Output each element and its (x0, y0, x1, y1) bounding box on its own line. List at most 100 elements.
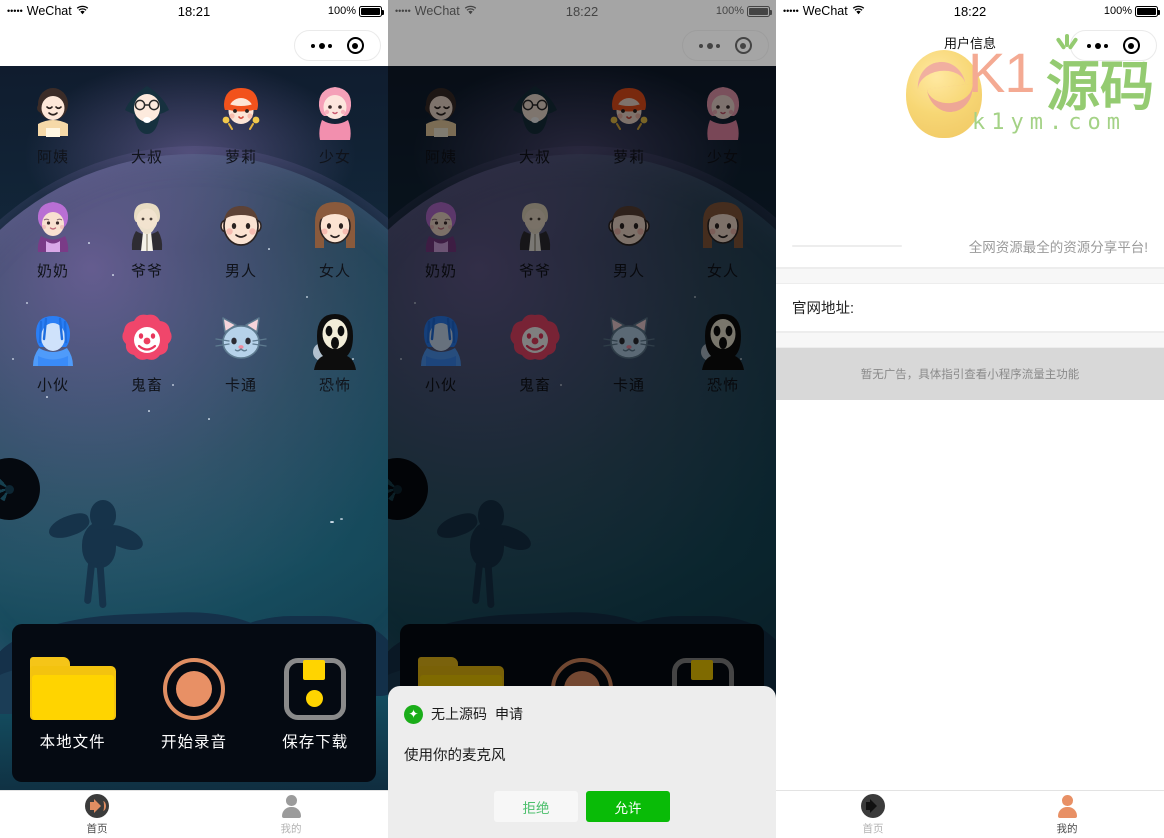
start-record-button[interactable]: 开始录音 (139, 654, 249, 752)
voice-avatar-cell-cat[interactable]: 卡通 (194, 306, 288, 418)
local-files-button[interactable]: 本地文件 (18, 654, 128, 752)
fairy-silhouette (432, 494, 550, 624)
nav-bar: 用户信息 (776, 22, 1164, 66)
voice-avatar-cell-auntie[interactable]: 阿姨 (6, 78, 100, 190)
voice-avatar-label: 恐怖 (318, 377, 351, 394)
horror-avatar-icon (694, 312, 752, 370)
battery-percent-label: 100% (1103, 5, 1132, 17)
voice-avatar-cell-clown[interactable]: 鬼畜 (488, 306, 582, 418)
close-target-icon[interactable] (1122, 37, 1140, 54)
voice-avatar-label: 女人 (706, 263, 739, 280)
phone-panel-permission-dialog: ••••• WeChat 18:22 100% 阿姨 大叔 萝莉 少女 奶奶 爷… (388, 0, 776, 838)
app-badge-icon: ✦ (404, 704, 423, 724)
voice-avatar-cell-grandma[interactable]: 奶奶 (6, 192, 100, 304)
start-record-label: 开始录音 (160, 734, 227, 751)
folder-icon (29, 654, 116, 724)
fairy-silhouette (44, 494, 162, 624)
more-menu-icon[interactable] (699, 42, 721, 49)
more-menu-icon[interactable] (311, 42, 333, 49)
nav-bar (388, 22, 776, 66)
section-separator-2 (776, 332, 1164, 348)
close-target-icon[interactable] (346, 37, 364, 54)
uncle-avatar-icon (506, 84, 564, 142)
horror-avatar-icon (306, 312, 364, 370)
voice-avatar-label: 小伙 (424, 377, 457, 394)
person-icon (278, 793, 304, 819)
voice-avatar-cell-cat[interactable]: 卡通 (582, 306, 676, 418)
voice-avatar-cell-grandma[interactable]: 奶奶 (394, 192, 488, 304)
voice-avatar-cell-man[interactable]: 男人 (582, 192, 676, 304)
loli-avatar-icon (212, 84, 270, 142)
info-row-website[interactable]: 官网地址: (776, 284, 1164, 332)
tab-home-label: 首页 (862, 823, 884, 835)
tab-home[interactable]: 首页 (0, 791, 194, 838)
voice-avatar-label: 奶奶 (36, 263, 69, 280)
tab-home-label: 首页 (86, 823, 108, 835)
dialog-buttons: 拒绝 允许 (404, 791, 760, 822)
speaker-icon (860, 793, 886, 819)
voice-avatar-cell-horror[interactable]: 恐怖 (288, 306, 382, 418)
tab-home[interactable]: 首页 (776, 791, 970, 838)
woman-avatar-icon (306, 198, 364, 256)
voice-avatar-cell-uncle[interactable]: 大叔 (100, 78, 194, 190)
voice-avatar-cell-grandpa[interactable]: 爷爷 (488, 192, 582, 304)
voice-avatar-label: 少女 (706, 149, 739, 166)
website-label: 官网地址: (792, 301, 855, 317)
voice-avatar-label: 奶奶 (424, 263, 457, 280)
voice-avatar-cell-uncle[interactable]: 大叔 (488, 78, 582, 190)
voice-avatar-cell-loli[interactable]: 萝莉 (582, 78, 676, 190)
woman-avatar-icon (694, 198, 752, 256)
record-icon (162, 654, 225, 724)
voice-avatar-cell-girl[interactable]: 少女 (288, 78, 382, 190)
dialog-app-name: 无上源码 (431, 706, 487, 722)
tab-mine[interactable]: 我的 (970, 791, 1164, 838)
info-row-platform[interactable]: 全网资源最全的资源分享平台! (776, 224, 1164, 268)
nav-bar (0, 22, 388, 66)
dialog-message: 使用你的麦克风 (404, 748, 506, 764)
voice-avatar-cell-man[interactable]: 男人 (194, 192, 288, 304)
voice-avatar-cell-clown[interactable]: 鬼畜 (100, 306, 194, 418)
man-avatar-icon (212, 198, 270, 256)
status-bar: ••••• WeChat 18:21 100% (0, 0, 388, 22)
row-label-placeholder (792, 244, 902, 247)
user-info-content: 全网资源最全的资源分享平台! 官网地址: 暂无广告，具体指引查看小程序流量主功能 (776, 66, 1164, 790)
wechat-capsule-button[interactable] (682, 30, 769, 61)
voice-avatar-cell-loli[interactable]: 萝莉 (194, 78, 288, 190)
voice-avatar-cell-girl[interactable]: 少女 (676, 78, 770, 190)
wechat-capsule-button[interactable] (1070, 30, 1157, 61)
deny-button[interactable]: 拒绝 (494, 791, 578, 822)
tab-mine[interactable]: 我的 (194, 791, 388, 838)
wechat-capsule-button[interactable] (294, 30, 381, 61)
permission-dialog: ✦ 无上源码 申请 使用你的麦克风 拒绝 允许 (388, 686, 776, 838)
status-bar: ••••• WeChat 18:22 100% (388, 0, 776, 22)
allow-button[interactable]: 允许 (586, 791, 670, 822)
voice-avatar-label: 大叔 (518, 149, 551, 166)
save-download-button[interactable]: 保存下载 (260, 654, 370, 752)
voice-avatar-label: 恐怖 (706, 377, 739, 394)
status-bar-right: 100% (715, 5, 772, 17)
voice-avatar-cell-young-man[interactable]: 小伙 (394, 306, 488, 418)
status-bar-right: 100% (328, 5, 384, 17)
screenshot-stage: ••••• WeChat 18:21 100% 阿姨 大叔 萝莉 少女 奶奶 爷… (0, 0, 1164, 838)
voice-avatar-cell-horror[interactable]: 恐怖 (676, 306, 770, 418)
voice-avatar-cell-auntie[interactable]: 阿姨 (394, 78, 488, 190)
status-bar-right: 100% (1103, 5, 1160, 17)
battery-percent-label: 100% (715, 5, 744, 17)
voice-avatar-cell-woman[interactable]: 女人 (676, 192, 770, 304)
girl-avatar-icon (694, 84, 752, 142)
voice-avatar-cell-grandpa[interactable]: 爷爷 (100, 192, 194, 304)
young-man-avatar-icon (24, 312, 82, 370)
ad-placeholder[interactable]: 暂无广告，具体指引查看小程序流量主功能 (776, 348, 1164, 400)
voice-avatar-label: 爷爷 (518, 263, 551, 280)
voice-avatar-label: 鬼畜 (130, 377, 163, 394)
voice-avatar-cell-woman[interactable]: 女人 (288, 192, 382, 304)
dialog-header: ✦ 无上源码 申请 (404, 704, 760, 724)
more-menu-icon[interactable] (1087, 42, 1109, 49)
phone-panel-user-info: ••••• WeChat 18:22 100% 用户信息 K1 源码 k1ym.… (776, 0, 1164, 838)
auntie-avatar-icon (412, 84, 470, 142)
voice-avatar-cell-young-man[interactable]: 小伙 (6, 306, 100, 418)
close-target-icon[interactable] (734, 37, 752, 54)
phone-panel-voice-changer-home: ••••• WeChat 18:21 100% 阿姨 大叔 萝莉 少女 奶奶 爷… (0, 0, 388, 838)
save-download-icon (284, 654, 347, 724)
voice-avatar-label: 萝莉 (224, 149, 257, 166)
